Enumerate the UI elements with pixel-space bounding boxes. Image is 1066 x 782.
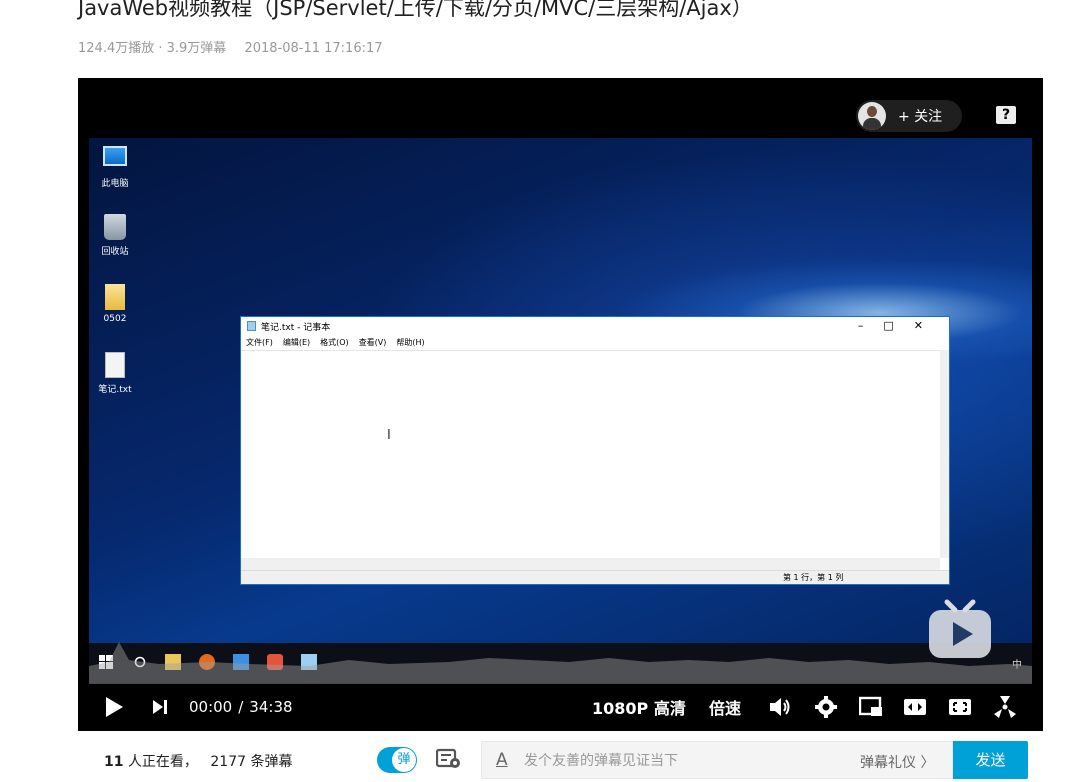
next-button[interactable] [151,683,169,731]
publish-date: 2018-08-11 17:16:17 [244,41,383,56]
danmaku-etiquette-link[interactable]: 弹幕礼仪 〉 [860,752,934,772]
quality-button[interactable]: 1080P 高清 [592,683,686,731]
danmaku-toggle-label: 弹 [392,748,416,772]
desktop-icon-folder: 0502 [95,284,135,324]
desktop-icon-text-file: 笔记.txt [95,352,135,395]
settings-button[interactable] [815,683,837,731]
computer-icon [103,146,127,166]
send-button[interactable]: 发送 [953,741,1028,779]
widescreen-icon [904,699,926,715]
desktop-icon-computer: 此电脑 [95,146,135,189]
recycle-bin-icon [104,214,126,240]
picture-in-picture-icon [859,696,882,716]
video-title: JavaWeb视频教程（JSP/Servlet/上传/下载/分页/MVC/三层架… [78,0,753,20]
desktop-icon-recycle-bin: 回收站 [95,214,135,257]
play-icon [106,697,123,717]
danmaku-total: 3.9万弹幕 [166,41,227,56]
viewer-status: 11 人正在看， 2177 条弹幕 [104,754,293,770]
menu-file: 文件(F) [246,338,273,347]
next-icon [153,700,167,714]
volume-button[interactable] [768,683,792,731]
cursor-position: 第 1 行，第 1 列 [783,573,844,582]
follow-button[interactable]: + 关注 [856,100,962,132]
web-fullscreen-button[interactable] [948,683,972,731]
web-fullscreen-icon [949,699,971,715]
uploader-avatar[interactable] [858,102,886,130]
danmaku-input[interactable] [524,749,844,773]
control-bar: 00:00 / 34:38 1080P 高清 倍速 [78,683,1043,731]
time-display: 00:00 / 34:38 [189,698,293,716]
help-icon[interactable]: ? [996,106,1016,124]
text-file-icon [105,352,125,378]
notepad-title: 笔记.txt - 记事本 [261,322,331,333]
notepad-titlebar: 笔记.txt - 记事本 –□✕ [241,317,949,335]
danmaku-count: 2177 [210,754,247,770]
menu-format: 格式(O) [320,338,349,347]
menu-view: 查看(V) [358,338,387,347]
widescreen-button[interactable] [903,683,927,731]
pip-button[interactable] [859,683,883,731]
video-frame[interactable]: 此电脑 回收站 0502 笔记.txt 笔记.txt - 记事本 –□✕ 文件(… [89,138,1032,683]
speed-button[interactable]: 倍速 [709,683,741,731]
danmaku-settings-icon [435,748,460,768]
current-time: 00:00 [189,698,233,716]
menu-edit: 编辑(E) [282,338,311,347]
menu-help: 帮助(H) [396,338,425,347]
play-count: 124.4万播放 [78,41,155,56]
danmaku-style-icon[interactable]: A [496,750,508,770]
viewer-count: 11 [104,754,124,770]
notepad-statusbar: 第 1 行，第 1 列 [241,570,949,584]
notepad-menu: 文件(F) 编辑(E) 格式(O) 查看(V) 帮助(H) [241,335,949,350]
text-cursor-icon: I [387,428,391,443]
window-buttons: –□✕ [857,319,943,332]
high-energy-waveform [89,642,1032,684]
danmaku-settings-button[interactable] [435,748,462,774]
danmaku-toggle[interactable]: 弹 [377,747,417,773]
fullscreen-button[interactable] [993,683,1017,731]
notepad-window: 笔记.txt - 记事本 –□✕ 文件(F) 编辑(E) 格式(O) 查看(V)… [240,316,950,585]
video-meta: 124.4万播放 · 3.9万弹幕 2018-08-11 17:16:17 [78,41,383,56]
fullscreen-icon [994,696,1016,718]
notepad-horizontal-scrollbar [241,558,940,570]
notepad-icon [247,321,256,331]
danmaku-bar: 11 人正在看， 2177 条弹幕 弹 A 弹幕礼仪 〉 发送 [78,731,1043,782]
duration: 34:38 [249,698,293,716]
play-button[interactable] [104,683,124,731]
volume-icon [770,698,790,716]
gear-icon [815,696,837,718]
follow-label: + 关注 [898,109,943,125]
notepad-vertical-scrollbar [940,350,949,558]
notepad-text-area: I [241,350,940,558]
danmaku-input-box: A 弹幕礼仪 〉 [481,741,953,779]
video-player[interactable]: + 关注 ? 此电脑 回收站 0502 笔记.txt 笔记.txt - 记事本 … [78,78,1043,731]
folder-icon [105,284,125,310]
